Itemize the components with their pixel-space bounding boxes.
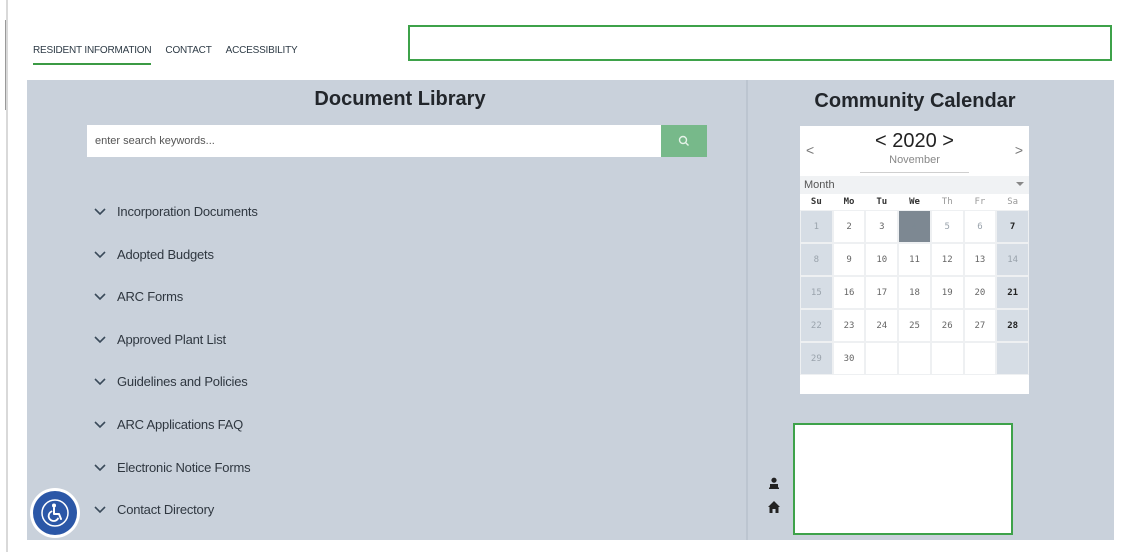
weekday-label: Fr	[974, 197, 986, 207]
doc-item-label: Contact Directory	[117, 502, 215, 518]
calendar-day[interactable]: 1	[800, 210, 833, 243]
page-left-border	[6, 0, 8, 552]
calendar-day[interactable]: 16	[832, 276, 866, 309]
calendar-day[interactable]: 19	[930, 276, 964, 309]
calendar-day[interactable]: 12	[930, 243, 964, 276]
calendar-day[interactable]: 7	[996, 210, 1029, 243]
calendar-weekday-row: Su Mo Tu We Th Fr Sa	[800, 194, 1029, 210]
calendar-day[interactable]: 25	[898, 309, 931, 342]
doc-item-guidelines-and-policies[interactable]: Guidelines and Policies	[93, 366, 693, 409]
accessibility-button[interactable]	[30, 488, 80, 538]
nav-resident-information[interactable]: RESIDENT INFORMATION	[33, 45, 152, 65]
home-icon[interactable]	[767, 500, 781, 514]
sidebar-content-box	[793, 423, 1013, 535]
calendar-day[interactable]: 18	[898, 276, 931, 309]
chevron-down-icon	[93, 505, 107, 515]
calendar-day[interactable]: 5	[930, 210, 964, 243]
search-button[interactable]	[661, 125, 707, 157]
search-input[interactable]	[87, 125, 661, 157]
calendar-day-empty	[865, 342, 899, 375]
chevron-down-icon	[93, 463, 107, 473]
chevron-down-icon	[93, 292, 107, 302]
doc-item-arc-applications-faq[interactable]: ARC Applications FAQ	[93, 409, 693, 452]
calendar-day[interactable]: 8	[800, 243, 833, 276]
calendar-day-empty	[996, 342, 1029, 375]
user-icon[interactable]	[768, 477, 780, 489]
calendar-view-select[interactable]: Month	[800, 176, 1029, 194]
calendar-day[interactable]: 29	[800, 342, 833, 375]
top-nav: RESIDENT INFORMATION CONTACT ACCESSIBILI…	[33, 40, 298, 65]
doc-item-incorporation-documents[interactable]: Incorporation Documents	[93, 196, 693, 239]
doc-item-electronic-notice-forms[interactable]: Electronic Notice Forms	[93, 452, 693, 495]
calendar-day[interactable]: 23	[832, 309, 866, 342]
chevron-down-icon	[93, 207, 107, 217]
doc-item-label: Incorporation Documents	[117, 204, 258, 219]
calendar-day-empty	[930, 342, 964, 375]
weekday-label: Tu	[876, 197, 888, 207]
calendar-day[interactable]: 21	[996, 276, 1029, 309]
chevron-down-icon	[93, 250, 107, 260]
search-icon	[678, 135, 689, 146]
calendar-day[interactable]: 10	[865, 243, 899, 276]
weekday-label: We	[909, 197, 920, 207]
calendar-day[interactable]: 6	[963, 210, 997, 243]
weekday-label: Sa	[1007, 197, 1019, 207]
calendar-day[interactable]: 2	[832, 210, 866, 243]
doc-item-label: Adopted Budgets	[117, 246, 214, 262]
calendar-days-grid: 1 2 3 4 5 6 7 8 9 10 11 12 13 14 15 16 1…	[800, 210, 1029, 375]
calendar-day[interactable]: 22	[800, 309, 833, 342]
doc-item-label: ARC Applications FAQ	[117, 416, 244, 432]
chevron-down-icon	[93, 420, 107, 430]
chevron-down-icon	[93, 377, 107, 387]
nav-accessibility[interactable]: ACCESSIBILITY	[226, 45, 298, 56]
doc-item-label: ARC Forms	[117, 289, 184, 305]
nav-contact[interactable]: CONTACT	[165, 45, 211, 56]
calendar-day[interactable]: 28	[996, 309, 1029, 342]
calendar-day[interactable]: 24	[865, 309, 899, 342]
calendar-day[interactable]: 11	[898, 243, 931, 276]
calendar-day[interactable]: 15	[800, 276, 833, 309]
calendar-widget: < < 2020 > November > Month Su Mo Tu We …	[800, 126, 1029, 394]
calendar-day[interactable]: 30	[832, 342, 866, 375]
doc-item-approved-plant-list[interactable]: Approved Plant List	[93, 324, 693, 367]
calendar-day[interactable]: 20	[963, 276, 997, 309]
weekday-label: Mo	[843, 197, 855, 207]
calendar-day[interactable]: 26	[930, 309, 964, 342]
document-library-title: Document Library	[314, 88, 486, 110]
calendar-day[interactable]: 14	[996, 243, 1029, 276]
header-banner-box	[408, 25, 1112, 61]
calendar-header: < < 2020 > November >	[800, 126, 1029, 176]
calendar-day-empty	[963, 342, 997, 375]
calendar-day-empty	[898, 342, 931, 375]
calendar-view-value: Month	[804, 179, 835, 191]
doc-item-label: Electronic Notice Forms	[117, 459, 251, 475]
calendar-month-label: November	[889, 154, 940, 166]
calendar-day[interactable]: 9	[832, 243, 866, 276]
weekday-label: Su	[810, 197, 822, 207]
calendar-next-button[interactable]: >	[1015, 142, 1023, 158]
doc-item-contact-directory[interactable]: Contact Directory	[93, 494, 693, 537]
doc-item-label: Guidelines and Policies	[117, 374, 248, 390]
calendar-day[interactable]: 17	[865, 276, 899, 309]
page-left-border-mark	[5, 20, 6, 110]
doc-item-arc-forms[interactable]: ARC Forms	[93, 281, 693, 324]
doc-item-label: Approved Plant List	[117, 331, 226, 347]
calendar-day[interactable]: 13	[963, 243, 997, 276]
accessibility-button-inner	[33, 491, 77, 535]
calendar-day[interactable]: 27	[963, 309, 997, 342]
calendar-month-underline	[860, 172, 969, 173]
column-divider	[746, 80, 748, 540]
wheelchair-icon	[41, 499, 69, 527]
community-calendar-title: Community Calendar	[814, 90, 1016, 112]
calendar-day-today[interactable]: 4	[898, 210, 931, 243]
calendar-day[interactable]: 3	[865, 210, 899, 243]
document-list: Incorporation Documents Adopted Budgets …	[93, 196, 693, 537]
chevron-down-icon	[93, 335, 107, 345]
calendar-year-label[interactable]: < 2020 >	[800, 130, 1029, 153]
caret-down-icon	[1016, 182, 1024, 186]
weekday-label: Th	[941, 197, 953, 207]
doc-item-adopted-budgets[interactable]: Adopted Budgets	[93, 239, 693, 282]
